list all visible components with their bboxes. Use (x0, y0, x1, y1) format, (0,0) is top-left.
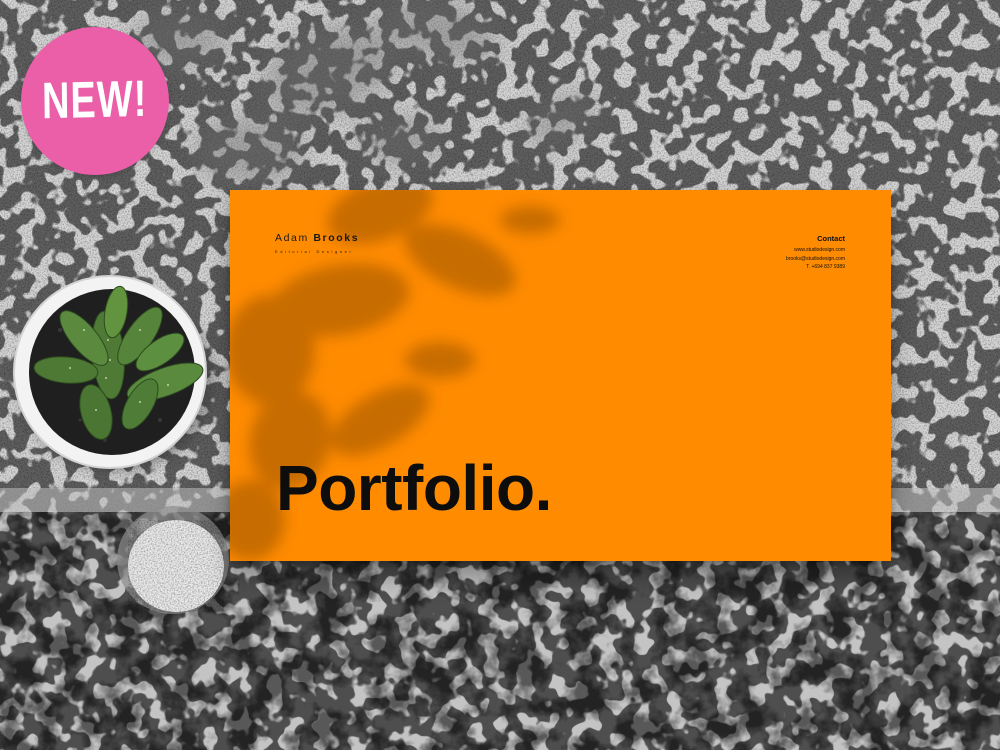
brand-last-name: Brooks (313, 232, 360, 244)
contact-title: Contact (817, 234, 845, 243)
brand-block: Adam Brooks Editorial Designer (275, 232, 359, 254)
new-badge-label: NEW! (41, 70, 149, 130)
brand-name: Adam Brooks (275, 232, 359, 244)
contact-website: www.studiodesign.com (794, 247, 845, 253)
portfolio-heading: Portfolio. (276, 452, 552, 524)
contact-email: brooks@studiodesign.com (786, 255, 845, 262)
brand-first-name: Adam (275, 232, 309, 244)
contact-block: Contact www.studiodesign.com brooks@stud… (786, 234, 845, 272)
brand-tagline: Editorial Designer (275, 249, 354, 254)
new-badge: NEW! (21, 27, 169, 175)
mockup-scene: NEW! Adam Brooks Editorial Designer Cont… (0, 0, 1000, 750)
contact-phone: T. +694 837 9389 (806, 264, 845, 271)
portfolio-cover-card: Adam Brooks Editorial Designer Contact w… (230, 190, 891, 561)
